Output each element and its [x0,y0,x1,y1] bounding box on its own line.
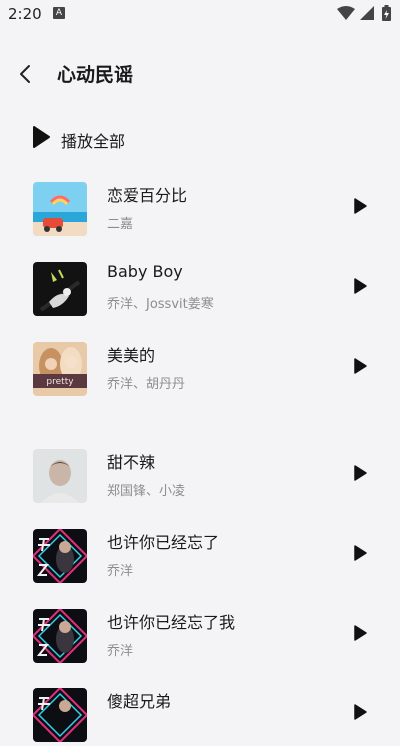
song-title: 恋爱百分比 [107,186,188,205]
back-button[interactable] [14,62,38,86]
play-icon [354,358,367,374]
song-title: 甜不辣 [107,453,156,472]
album-cover [33,262,87,316]
page-title: 心动民谣 [57,64,134,86]
play-icon [354,625,367,641]
status-icons [336,5,394,21]
song-play-button[interactable] [350,356,370,376]
album-cover [33,609,87,663]
song-title: 美美的 [107,346,156,365]
battery-icon [382,5,391,21]
play-icon [33,126,50,148]
song-play-button[interactable] [350,196,370,216]
song-artist: 二嘉 [107,217,134,232]
song-title: Baby Boy [107,262,183,281]
song-play-button[interactable] [350,276,370,296]
song-artist: 乔洋、Jossvit姜寒 [107,297,214,312]
notification-icon: A [53,7,65,19]
song-item[interactable]: 恋爱百分比 二嘉 [0,180,400,240]
header: 心动民谣 [0,54,400,94]
song-title: 也许你已经忘了 [107,533,220,552]
play-icon [354,704,367,720]
chevron-left-icon [20,65,30,83]
play-icon [354,198,367,214]
song-item[interactable]: 傻超兄弟 [0,686,400,746]
play-icon [354,278,367,294]
song-artist: 乔洋 [107,564,134,579]
song-item[interactable]: 也许你已经忘了 乔洋 [0,527,400,587]
song-play-button[interactable] [350,543,370,563]
cover-text: pretty [46,377,74,387]
song-item[interactable]: pretty 美美的 乔洋、胡丹丹 [0,340,400,400]
album-cover [33,529,87,583]
song-item[interactable]: 也许你已经忘了我 乔洋 [0,607,400,667]
play-all-label: 播放全部 [61,132,126,151]
status-time: 2:20 [8,5,42,23]
play-icon [354,465,367,481]
album-cover [33,688,87,742]
album-cover [33,182,87,236]
song-play-button[interactable] [350,623,370,643]
song-title: 傻超兄弟 [107,692,172,711]
album-cover: pretty [33,342,87,396]
song-artist: 乔洋、胡丹丹 [107,377,186,392]
signal-icon [360,6,374,20]
song-item[interactable]: Baby Boy 乔洋、Jossvit姜寒 [0,260,400,320]
song-item[interactable]: 甜不辣 郑国锋、小凌 [0,447,400,507]
song-play-button[interactable] [350,463,370,483]
song-title: 也许你已经忘了我 [107,613,236,632]
status-bar: 2:20 A [0,0,400,28]
song-artist: 乔洋 [107,644,134,659]
wifi-icon [337,6,355,20]
song-play-button[interactable] [350,702,370,722]
song-artist: 郑国锋、小凌 [107,484,186,499]
album-cover [33,449,87,503]
play-icon [354,545,367,561]
